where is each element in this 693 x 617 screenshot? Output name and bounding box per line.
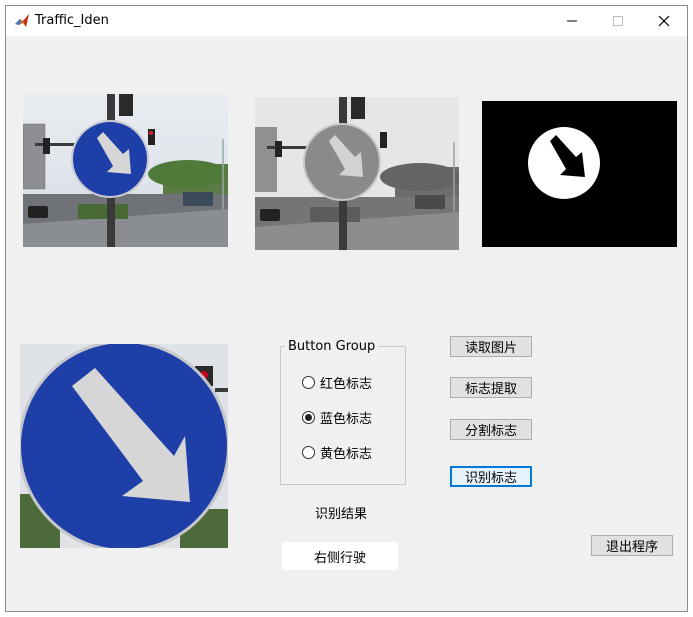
radio-circle[interactable] xyxy=(302,446,315,459)
grayscale-photo xyxy=(255,97,459,250)
button-group-panel: Button Group 红色标志 蓝色标志 黄色标志 xyxy=(280,339,406,485)
radio-circle[interactable] xyxy=(302,376,315,389)
result-value: 右侧行驶 xyxy=(282,542,398,570)
extract-sign-button[interactable]: 标志提取 xyxy=(450,377,532,398)
radio-red-sign[interactable]: 红色标志 xyxy=(302,373,372,392)
binary-mask xyxy=(482,101,677,247)
maximize-icon xyxy=(613,16,623,26)
maximize-button[interactable] xyxy=(595,6,641,36)
segment-sign-button[interactable]: 分割标志 xyxy=(450,419,532,440)
extracted-sign xyxy=(20,344,228,548)
matlab-icon xyxy=(15,14,29,27)
radio-label: 蓝色标志 xyxy=(320,412,373,427)
extracted-image-axes xyxy=(20,344,228,548)
minimize-button[interactable] xyxy=(549,6,595,36)
radio-label: 黄色标志 xyxy=(320,447,373,462)
read-image-button[interactable]: 读取图片 xyxy=(450,336,532,357)
minimize-icon xyxy=(567,20,577,22)
exit-button[interactable]: 退出程序 xyxy=(591,535,673,556)
result-label: 识别结果 xyxy=(315,507,368,522)
binary-image-axes xyxy=(482,101,677,247)
original-photo xyxy=(23,94,228,247)
recognize-sign-button[interactable]: 识别标志 xyxy=(450,466,532,487)
radio-circle-selected[interactable] xyxy=(302,411,315,424)
close-icon xyxy=(658,15,670,27)
button-group-title: Button Group xyxy=(285,339,379,354)
window-title: Traffic_Iden xyxy=(35,13,109,28)
radio-blue-sign[interactable]: 蓝色标志 xyxy=(302,408,372,427)
close-button[interactable] xyxy=(641,6,687,36)
radio-dot-icon xyxy=(305,414,312,421)
app-window: Traffic_Iden Button Group 红色标志 蓝色标志 黄色标志… xyxy=(5,5,688,612)
grayscale-image-axes xyxy=(255,97,459,250)
radio-label: 红色标志 xyxy=(320,377,373,392)
radio-yellow-sign[interactable]: 黄色标志 xyxy=(302,443,372,462)
original-image-axes xyxy=(23,94,228,247)
title-bar: Traffic_Iden xyxy=(6,6,687,36)
